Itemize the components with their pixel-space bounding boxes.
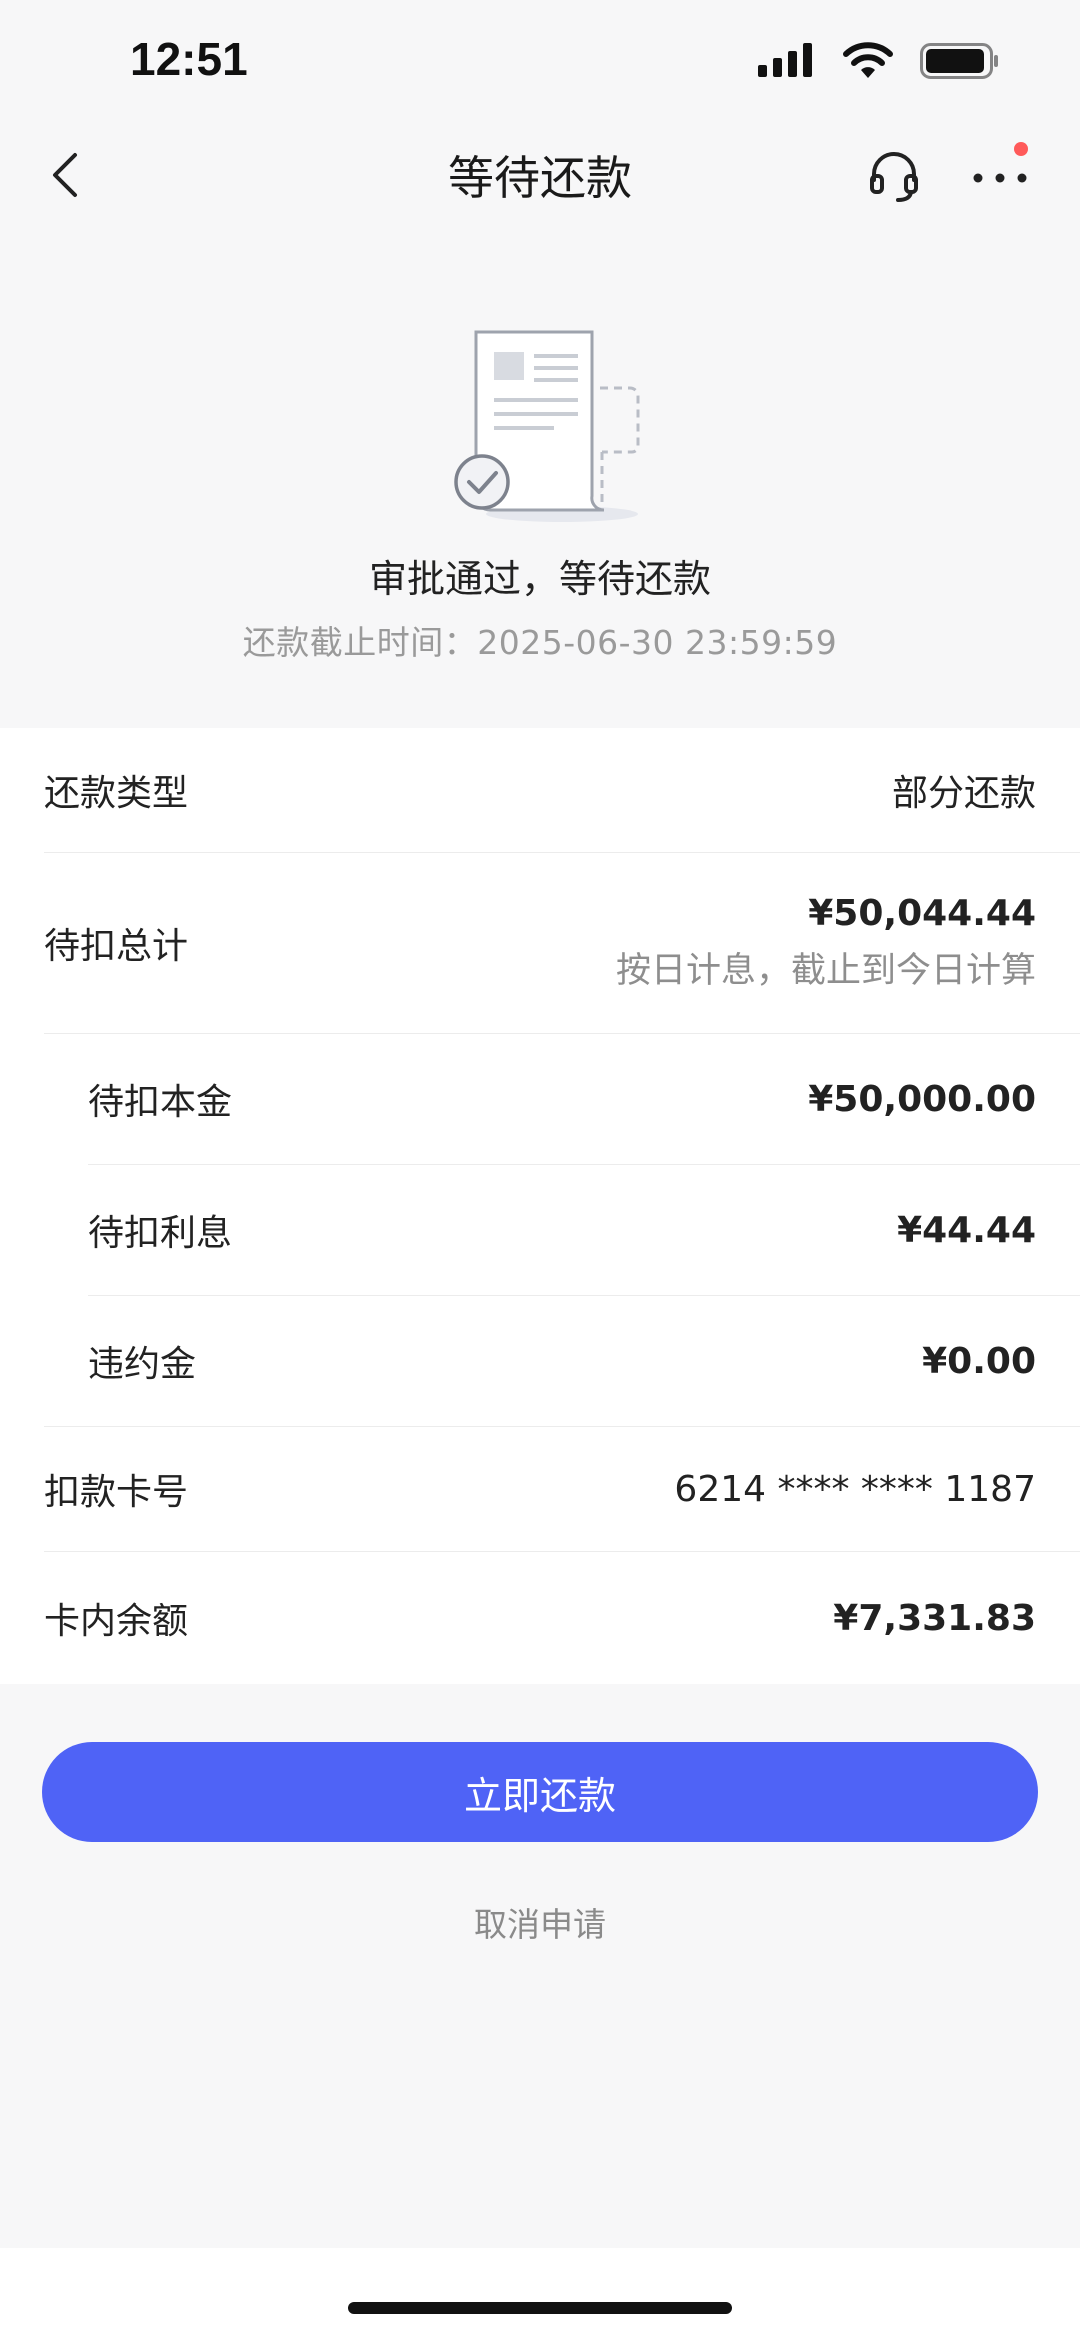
- status-bar: 12:51: [0, 0, 1080, 120]
- card-number-value: 6214 **** **** 1187: [674, 1468, 1036, 1510]
- status-hero: 审批通过，等待还款 还款截止时间：2025-06-30 23:59:59: [0, 230, 1080, 728]
- principal-row: 待扣本金 ¥50,000.00: [88, 1034, 1080, 1164]
- balance-label: 卡内余额: [44, 1601, 189, 1642]
- headset-icon: [870, 152, 918, 202]
- home-indicator: [348, 2302, 732, 2314]
- total-value-group: ¥50,044.44 按日计息，截止到今日计算: [616, 893, 1036, 993]
- cellular-signal-icon: [758, 43, 812, 77]
- repayment-detail-card: 还款类型 部分还款 待扣总计 ¥50,044.44 按日计息，截止到今日计算 待…: [0, 728, 1080, 1684]
- interest-label: 待扣利息: [88, 1213, 233, 1254]
- interest-row: 待扣利息 ¥44.44: [88, 1165, 1080, 1295]
- repayment-page: 12:51 等待还款 审批通过，等待还款 还款截止时间：2025-06-30 2…: [0, 0, 1080, 2336]
- principal-label: 待扣本金: [88, 1082, 233, 1123]
- penalty-row: 违约金 ¥0.00: [88, 1296, 1080, 1426]
- repay-type-value: 部分还款: [891, 773, 1036, 814]
- bottom-safe-area: [0, 2248, 1080, 2336]
- wifi-icon: [843, 42, 893, 78]
- total-row: 待扣总计 ¥50,044.44 按日计息，截止到今日计算: [44, 853, 1080, 1033]
- principal-value: ¥50,000.00: [808, 1078, 1036, 1120]
- navigation-bar: 等待还款: [0, 120, 1080, 230]
- customer-service-button[interactable]: [866, 148, 922, 204]
- approval-status: 审批通过，等待还款: [368, 557, 711, 601]
- status-time: 12:51: [130, 33, 248, 85]
- cancel-application-link[interactable]: 取消申请: [0, 1898, 1080, 1946]
- interest-note: 按日计息，截止到今日计算: [615, 951, 1036, 991]
- repayment-deadline: 还款截止时间：2025-06-30 23:59:59: [242, 623, 838, 662]
- card-number-label: 扣款卡号: [44, 1472, 189, 1513]
- repay-type-label: 还款类型: [44, 773, 189, 814]
- repay-now-button[interactable]: 立即还款: [42, 1742, 1038, 1842]
- penalty-value: ¥0.00: [922, 1340, 1036, 1382]
- status-icons: [758, 42, 1000, 80]
- total-value: ¥50,044.44: [808, 893, 1036, 934]
- more-icon: [973, 173, 1027, 183]
- battery-icon: [920, 43, 998, 79]
- notification-dot: [1014, 142, 1028, 156]
- balance-value: ¥7,331.83: [833, 1597, 1036, 1639]
- penalty-label: 违约金: [88, 1344, 197, 1385]
- document-check-illustration: [454, 330, 640, 522]
- total-label: 待扣总计: [44, 926, 189, 967]
- interest-value: ¥44.44: [897, 1209, 1036, 1251]
- repay-type-row: 还款类型 部分还款: [44, 728, 1080, 852]
- balance-row: 卡内余额 ¥7,331.83: [44, 1552, 1080, 1684]
- more-button[interactable]: [970, 148, 1030, 204]
- card-number-row: 扣款卡号 6214 **** **** 1187: [44, 1427, 1080, 1551]
